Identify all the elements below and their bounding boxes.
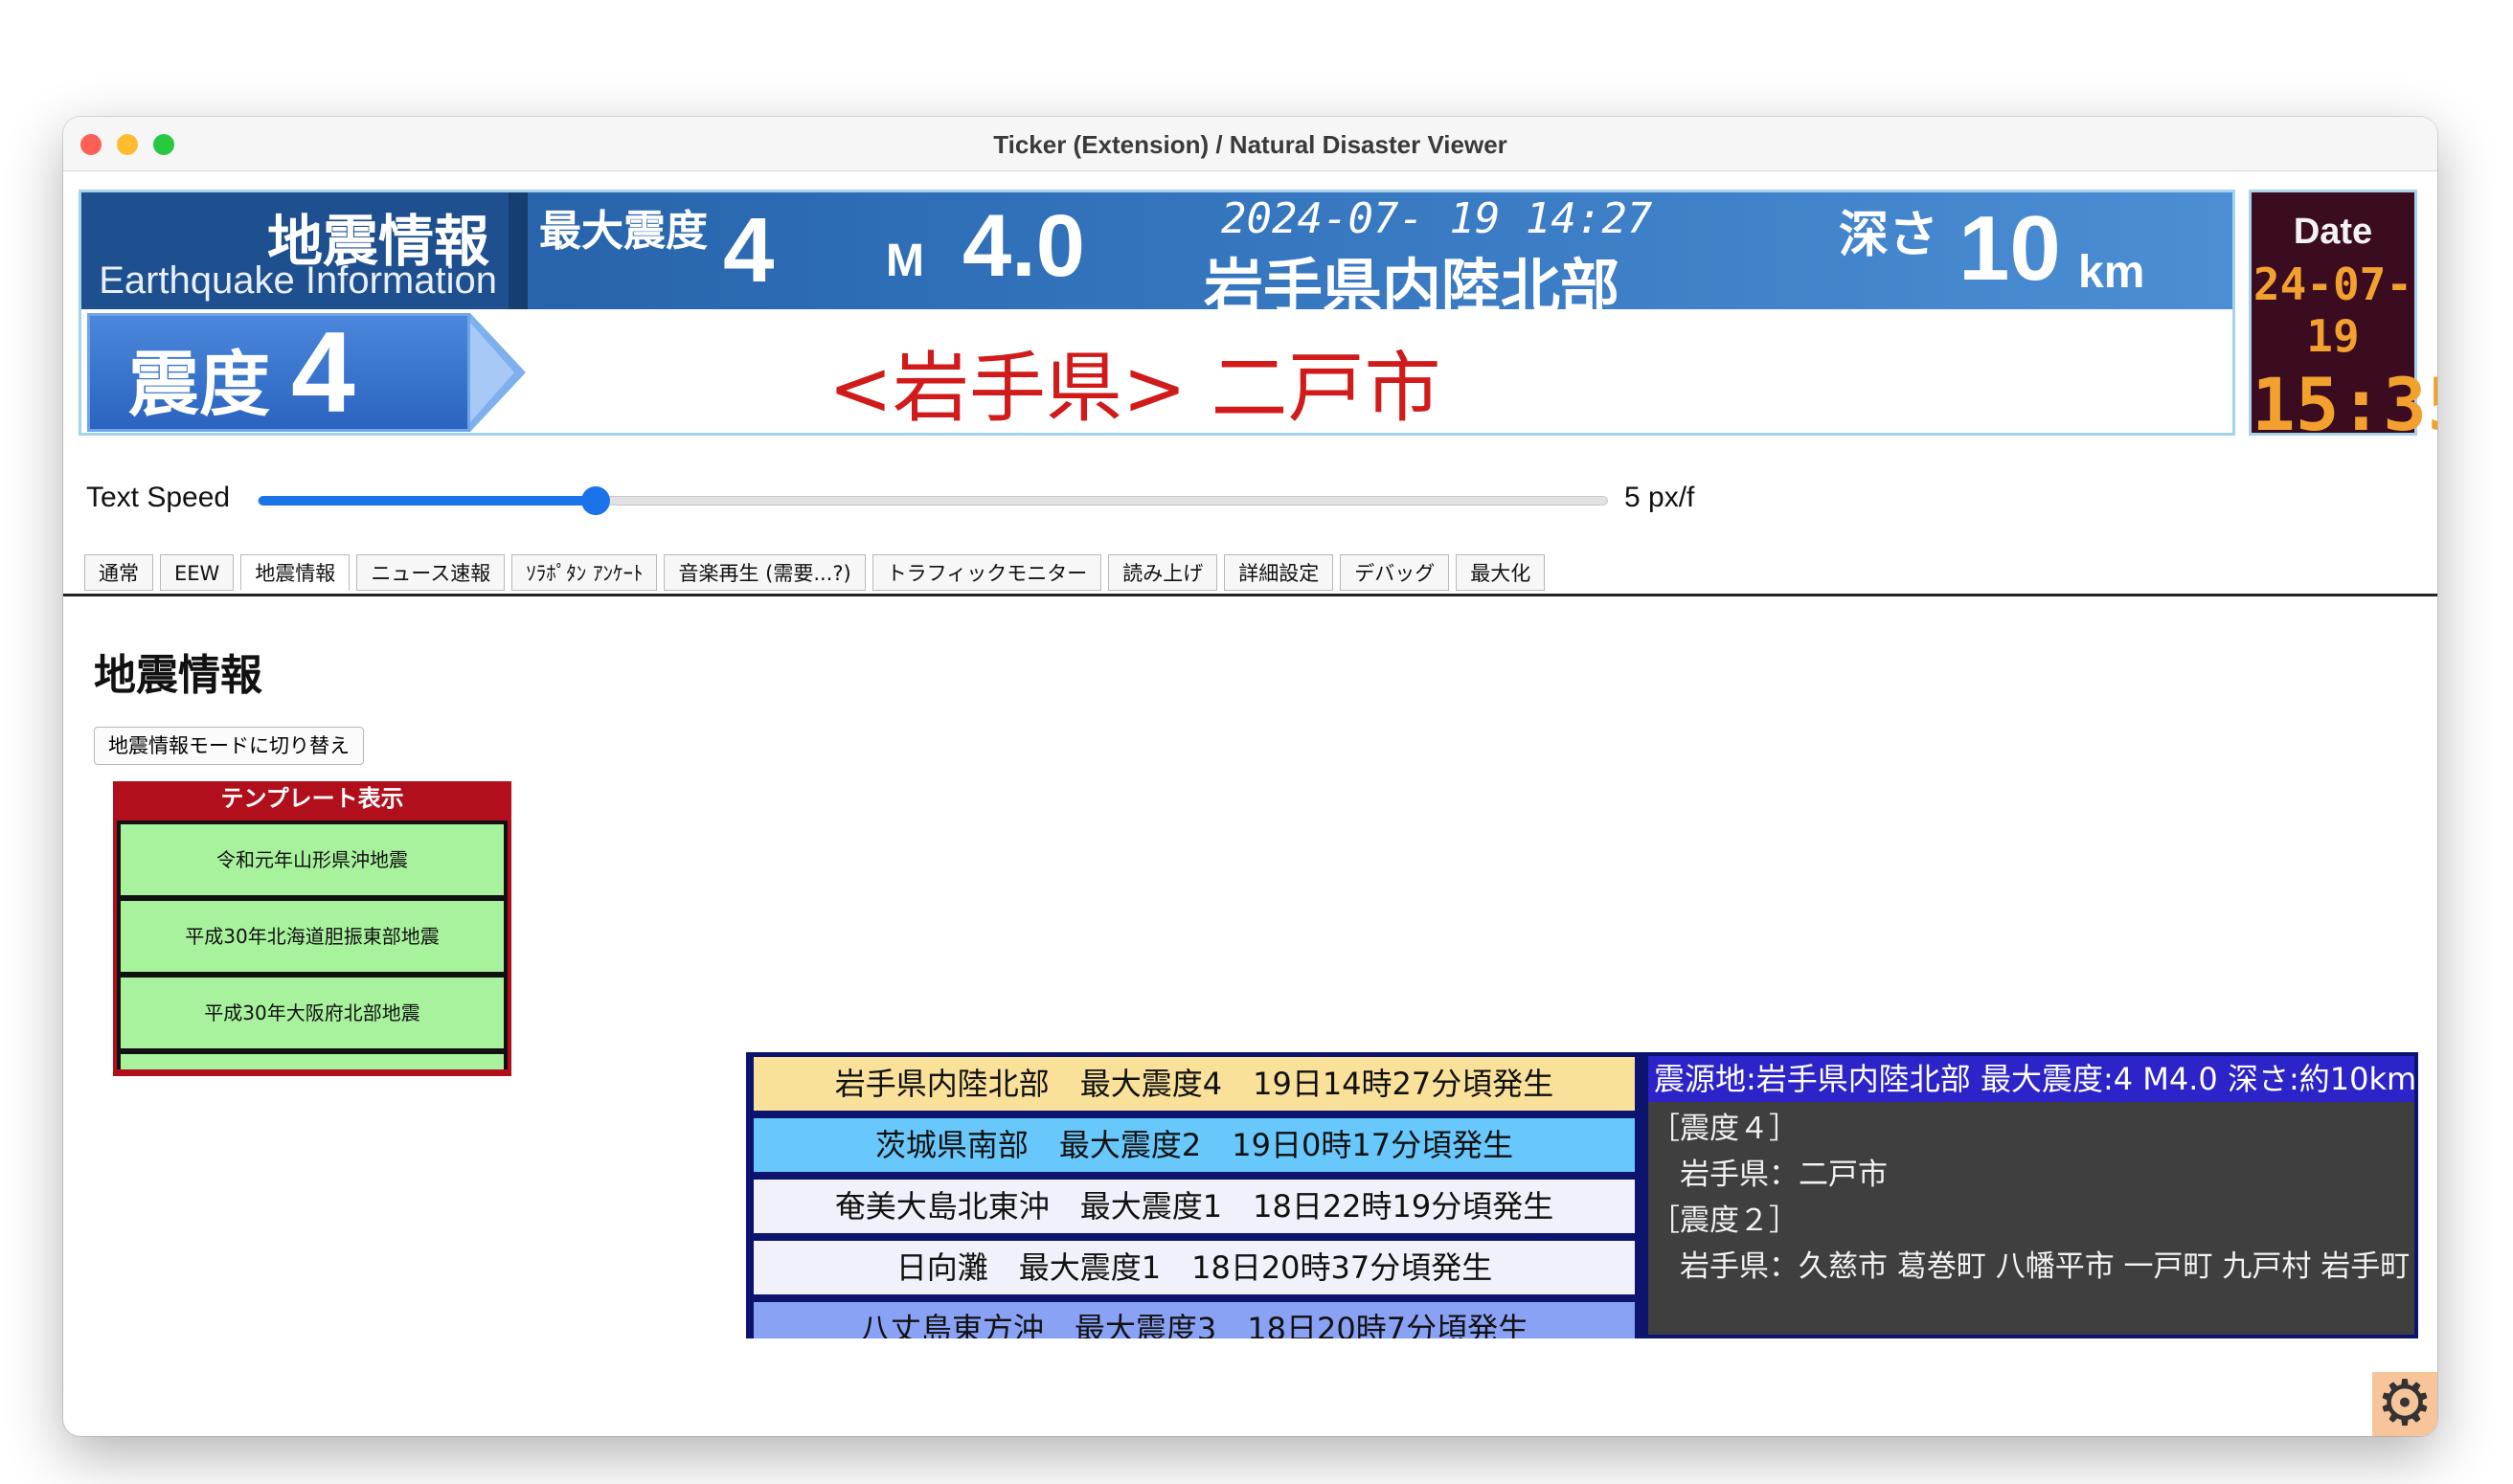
scrolling-region-text: <岩手県> 二戸市 (828, 344, 1441, 433)
depth-unit: km (2078, 247, 2145, 298)
title-bar: Ticker (Extension) / Natural Disaster Vi… (63, 117, 2437, 171)
depth-value: 10 (1958, 197, 2061, 300)
mode-tabs: 通常 EEW 地震情報 ニュース速報 ｿﾗﾎﾟﾀﾝ ｱﾝｹｰﾄ 音楽再生 (需要… (84, 554, 1546, 591)
template-panel: テンプレート表示 令和元年山形県沖地震 平成30年北海道胆振東部地震 平成30年… (113, 781, 511, 1076)
epicenter-name: 岩手県内陸北部 (1204, 252, 1620, 309)
history-row[interactable]: 日向灘 最大震度1 18日20時37分頃発生 (754, 1241, 1635, 1294)
template-item[interactable] (121, 1054, 504, 1069)
history-row[interactable]: 茨城県南部 最大震度2 19日0時17分頃発生 (754, 1118, 1635, 1172)
template-item[interactable]: 平成30年大阪府北部地震 (121, 978, 504, 1048)
magnitude-label: M (886, 236, 924, 286)
ticker-divider (509, 192, 528, 309)
window-title: Ticker (Extension) / Natural Disaster Vi… (993, 130, 1507, 159)
template-panel-header: テンプレート表示 (220, 785, 404, 812)
ticker-heading-en: Earthquake Information (99, 259, 497, 302)
max-intensity-value: 4 (723, 199, 775, 302)
intensity-badge-value: 4 (291, 308, 355, 437)
date-clock: Date 24-07-19 15:35 (2249, 190, 2437, 447)
slider-fill (259, 496, 596, 506)
detail-header: 震源地:岩手県内陸北部 最大震度:4 M4.0 深さ:約10km (1648, 1056, 2414, 1102)
clock-time: 15:35 (2252, 362, 2437, 447)
quake-datetime: 2024-07- 19 14:27 (1221, 194, 1653, 243)
badge-arrow-inner (470, 323, 514, 422)
detail-line: 岩手県：二戸市 (1650, 1158, 1888, 1192)
template-list[interactable]: 令和元年山形県沖地震 平成30年北海道胆振東部地震 平成30年大阪府北部地震 (117, 821, 508, 1069)
app-window: Ticker (Extension) / Natural Disaster Vi… (63, 117, 2437, 1436)
history-row[interactable]: 岩手県内陸北部 最大震度4 19日14時27分頃発生 (754, 1057, 1635, 1111)
gear-icon[interactable]: ⚙ (2372, 1372, 2437, 1436)
tab-maximize[interactable]: 最大化 (1456, 554, 1546, 591)
tab-traffic-monitor[interactable]: トラフィックモニター (872, 554, 1102, 591)
intensity-badge-label: 震度 (128, 344, 270, 426)
main-content: 地震情報 Earthquake Information 最大震度 4 M 4.0… (63, 171, 2437, 1436)
tab-sorapotan-survey[interactable]: ｿﾗﾎﾟﾀﾝ ｱﾝｹｰﾄ (511, 554, 658, 591)
section-title: 地震情報 (94, 651, 262, 700)
tab-eew[interactable]: EEW (160, 554, 235, 591)
intensity-badge: 震度 4 (87, 308, 470, 437)
tab-breaking-news[interactable]: ニュース速報 (356, 554, 506, 591)
switch-mode-button[interactable]: 地震情報モードに切り替え (94, 727, 364, 765)
clock-label: Date (2293, 212, 2373, 252)
tab-divider (63, 594, 2437, 596)
tab-read-aloud[interactable]: 読み上げ (1108, 554, 1218, 591)
detail-line: ［震度４］ (1650, 1112, 1799, 1146)
earthquake-detail-panel: 震源地:岩手県内陸北部 最大震度:4 M4.0 深さ:約10km ［震度４］ 岩… (1644, 1052, 2418, 1338)
depth-label: 深さ (1839, 207, 1939, 264)
max-intensity-label: 最大震度 (539, 207, 708, 256)
tab-music-playback[interactable]: 音楽再生 (需要...?) (664, 554, 866, 591)
text-speed-value: 5 px/f (1624, 482, 1695, 513)
detail-body: ［震度４］ 岩手県：二戸市 ［震度２］ 岩手県：久慈市 葛巻町 八幡平市 一戸町… (1650, 1106, 2412, 1290)
tab-advanced-settings[interactable]: 詳細設定 (1224, 554, 1334, 591)
detail-line: ［震度２］ (1650, 1203, 1799, 1238)
history-row[interactable]: 奄美大島北東沖 最大震度1 18日22時19分頃発生 (754, 1180, 1635, 1233)
ticker-info-bar: 地震情報 Earthquake Information 最大震度 4 M 4.0… (81, 192, 2232, 309)
earthquake-history-list[interactable]: 岩手県内陸北部 最大震度4 19日14時27分頃発生 茨城県南部 最大震度2 1… (746, 1052, 1644, 1338)
earthquake-ticker: 地震情報 Earthquake Information 最大震度 4 M 4.0… (79, 190, 2235, 437)
text-speed-label: Text Speed (86, 482, 231, 513)
tab-earthquake-info[interactable]: 地震情報 (240, 554, 351, 591)
template-item[interactable]: 平成30年北海道胆振東部地震 (121, 901, 504, 972)
tab-debug[interactable]: デバッグ (1340, 554, 1450, 591)
slider-thumb[interactable] (581, 486, 610, 515)
magnitude-value: 4.0 (962, 197, 1085, 295)
clock-date: 24-07-19 (2253, 259, 2413, 362)
ticker-heading: 地震情報 Earthquake Information (81, 192, 512, 309)
tab-normal[interactable]: 通常 (84, 554, 153, 591)
history-row[interactable]: 八丈島東方沖 最大震度3 18日20時7分頃発生 (754, 1302, 1635, 1338)
template-item[interactable]: 令和元年山形県沖地震 (121, 824, 504, 895)
detail-line: 岩手県：久慈市 葛巻町 八幡平市 一戸町 九戸村 岩手町 (1650, 1249, 2411, 1284)
text-speed-slider[interactable] (258, 486, 1608, 515)
